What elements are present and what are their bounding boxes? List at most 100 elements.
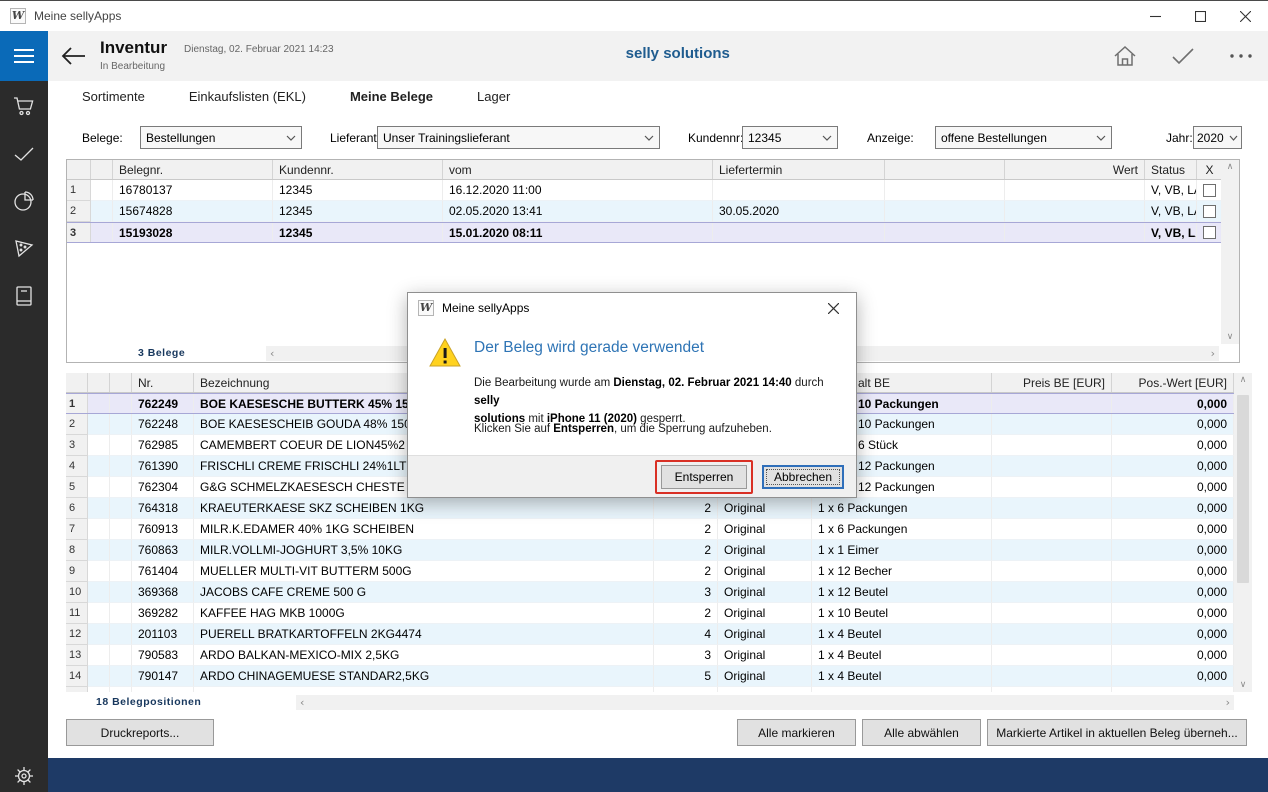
bottom-status-bar (48, 758, 1268, 792)
column-header-status[interactable]: Status (1145, 160, 1197, 179)
window-titlebar: W Meine sellyApps (0, 1, 1268, 31)
preis-be-cell (992, 435, 1112, 456)
preis-be-cell (992, 582, 1112, 603)
sidebar-item-settings[interactable] (0, 759, 48, 792)
more-options-button[interactable] (1228, 43, 1254, 69)
tab-meine-belege[interactable]: Meine Belege (350, 89, 433, 104)
belege-dropdown[interactable]: Bestellungen (140, 126, 302, 149)
scroll-down-icon: ∨ (1227, 330, 1234, 344)
table-row[interactable]: 1 16780137 12345 16.12.2020 11:00 V, VB,… (67, 180, 1221, 201)
column-header-vom[interactable]: vom (443, 160, 713, 179)
sidebar-item-statistics[interactable] (0, 184, 48, 218)
pos-wert-cell: 0,000 (1112, 414, 1234, 435)
alle-markieren-button[interactable]: Alle markieren (737, 719, 856, 746)
abbrechen-button[interactable]: Abbrechen (762, 465, 844, 489)
column-header-belegnr[interactable]: Belegnr. (113, 160, 273, 179)
wert-cell (1005, 223, 1145, 242)
alle-abwaehlen-button[interactable]: Alle abwählen (862, 719, 981, 746)
lieferant-filter-label: Lieferant: (330, 131, 380, 145)
wert-cell (1005, 201, 1145, 222)
row-checkbox[interactable] (1203, 184, 1216, 197)
tab-einkaufslisten[interactable]: Einkaufslisten (EKL) (189, 89, 306, 104)
pos-wert-cell: 0,000 (1112, 624, 1234, 645)
status-cell: V, VB, LAB (1145, 223, 1197, 242)
preis-be-cell (992, 394, 1112, 413)
sidebar-item-cart[interactable] (0, 89, 48, 123)
row-number: 13 (66, 645, 88, 666)
maximize-button[interactable] (1178, 1, 1223, 31)
tab-sortimente[interactable]: Sortimente (82, 89, 145, 104)
inhalt-be-cell: 1 x 10 Beutel (812, 603, 992, 624)
menge-cell: 5 (654, 666, 718, 687)
table-row[interactable]: 3 15193028 12345 15.01.2020 08:11 V, VB,… (67, 222, 1221, 243)
jahr-filter-label: Jahr: (1166, 131, 1193, 145)
table-row[interactable]: 14 790147 ARDO CHINAGEMUESE STANDAR2,5KG… (66, 666, 1234, 687)
einheit-cell: Original (718, 645, 812, 666)
home-button[interactable] (1112, 43, 1138, 69)
row-checkbox[interactable] (1203, 226, 1216, 239)
column-header-liefertermin[interactable]: Liefertermin (713, 160, 885, 179)
hamburger-menu-button[interactable] (0, 31, 48, 81)
table-row[interactable]: 12 201103 PUERELL BRATKARTOFFELN 2KG4474… (66, 624, 1234, 645)
einheit-cell: Original (718, 498, 812, 519)
pos-wert-cell: 0,000 (1112, 435, 1234, 456)
table-row[interactable]: 8 760863 MILR.VOLLMI-JOGHURT 3,5% 10KG 2… (66, 540, 1234, 561)
column-header-wert[interactable]: Wert (1005, 160, 1145, 179)
uebernehmen-button[interactable]: Markierte Artikel in aktuellen Beleg übe… (987, 719, 1247, 746)
preis-be-cell (992, 414, 1112, 435)
inhalt-be-cell: 1 x 6 Packungen (812, 498, 992, 519)
row-number: 5 (66, 477, 88, 498)
lieferant-dropdown[interactable]: Unser Trainingslieferant (377, 126, 660, 149)
druckreports-button[interactable]: Druckreports... (66, 719, 214, 746)
pos-wert-cell: 0,000 (1112, 582, 1234, 603)
column-header-nr[interactable]: Nr. (132, 373, 194, 392)
menge-cell: 2 (654, 603, 718, 624)
dialog-close-button[interactable] (820, 295, 846, 321)
table-row[interactable]: 13 790583 ARDO BALKAN-MEXICO-MIX 2,5KG 3… (66, 645, 1234, 666)
table-row[interactable]: 15 (66, 687, 1234, 692)
column-header-x[interactable]: X (1197, 160, 1221, 179)
dialog-hint-text: Klicken Sie auf Entsperren, um die Sperr… (474, 423, 844, 435)
artikelnr-cell: 201103 (132, 624, 194, 645)
pos-wert-cell: 0,000 (1112, 498, 1234, 519)
confirm-button[interactable] (1170, 43, 1196, 69)
inhalt-be-cell: 1 x 4 Beutel (812, 666, 992, 687)
sidebar-item-tasks[interactable] (0, 137, 48, 171)
row-number: 15 (66, 687, 88, 692)
belege-vertical-scrollbar[interactable]: ∧ ∨ (1221, 160, 1239, 344)
table-row[interactable]: 6 764318 KRAEUTERKAESE SKZ SCHEIBEN 1KG … (66, 498, 1234, 519)
table-row[interactable]: 10 369368 JACOBS CAFE CREME 500 G 3 Orig… (66, 582, 1234, 603)
kundennr-dropdown[interactable]: 12345 (742, 126, 838, 149)
tab-lager[interactable]: Lager (477, 89, 510, 104)
vom-cell: 16.12.2020 11:00 (443, 180, 713, 201)
column-header-preis-be[interactable]: Preis BE [EUR] (992, 373, 1112, 392)
bezeichnung-cell: MILR.K.EDAMER 40% 1KG SCHEIBEN (194, 519, 654, 540)
close-button[interactable] (1223, 1, 1268, 31)
table-row[interactable]: 11 369282 KAFFEE HAG MKB 1000G 2 Origina… (66, 603, 1234, 624)
row-checkbox[interactable] (1203, 205, 1216, 218)
jahr-dropdown[interactable]: 2020 (1193, 126, 1242, 149)
chevron-down-icon (286, 135, 296, 141)
sidebar-item-products[interactable] (0, 231, 48, 265)
artikelnr-cell: 762985 (132, 435, 194, 456)
table-row[interactable]: 2 15674828 12345 02.05.2020 13:41 30.05.… (67, 201, 1221, 222)
column-header-pos-wert[interactable]: Pos.-Wert [EUR] (1112, 373, 1234, 392)
positionen-vertical-scrollbar[interactable]: ∧ ∨ (1234, 373, 1252, 692)
artikelnr-cell: 762304 (132, 477, 194, 498)
minimize-button[interactable] (1133, 1, 1178, 31)
bezeichnung-cell: KAFFEE HAG MKB 1000G (194, 603, 654, 624)
positionen-horizontal-scrollbar[interactable]: ‹› (296, 695, 1234, 710)
anzeige-dropdown[interactable]: offene Bestellungen (935, 126, 1112, 149)
menge-cell: 3 (654, 582, 718, 603)
table-row[interactable]: 7 760913 MILR.K.EDAMER 40% 1KG SCHEIBEN … (66, 519, 1234, 540)
entsperren-button[interactable]: Entsperren (661, 465, 747, 489)
row-number: 3 (66, 435, 88, 456)
column-header-kundennr[interactable]: Kundennr. (273, 160, 443, 179)
liefertermin-cell (713, 223, 885, 242)
table-row[interactable]: 9 761404 MUELLER MULTI-VIT BUTTERM 500G … (66, 561, 1234, 582)
sidebar-item-catalog[interactable] (0, 279, 48, 313)
scroll-up-icon: ∧ (1227, 160, 1234, 174)
inhalt-be-cell: 1 x 12 Beutel (812, 582, 992, 603)
back-button[interactable] (58, 41, 90, 71)
preis-be-cell (992, 477, 1112, 498)
